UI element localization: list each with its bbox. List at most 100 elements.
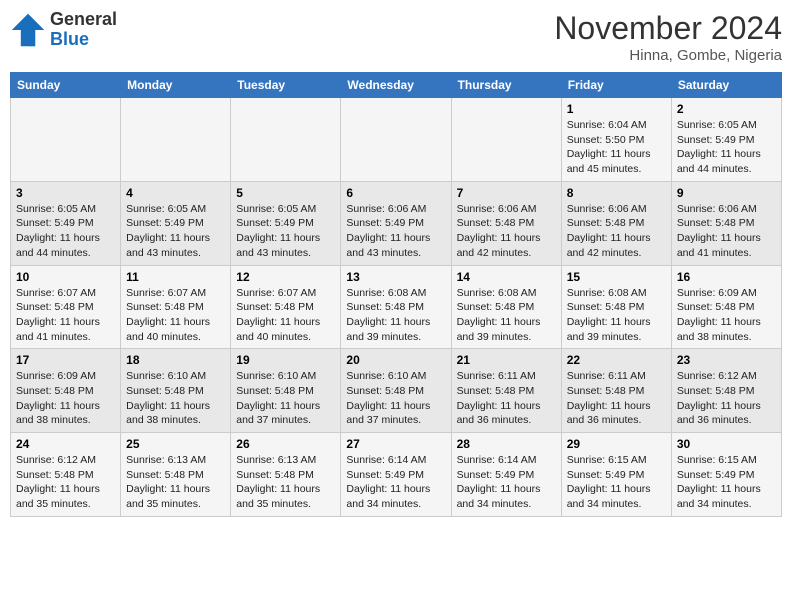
calendar-body: 1Sunrise: 6:04 AM Sunset: 5:50 PM Daylig… <box>11 98 782 517</box>
day-number: 8 <box>567 186 666 200</box>
day-number: 17 <box>16 353 115 367</box>
day-number: 28 <box>457 437 556 451</box>
calendar-cell: 26 Sunrise: 6:13 AM Sunset: 5:48 PM Dayli… <box>231 433 341 517</box>
calendar-cell: 21 Sunrise: 6:11 AM Sunset: 5:48 PM Dayli… <box>451 349 561 433</box>
day-number: 25 <box>126 437 225 451</box>
weekday-header: Wednesday <box>341 73 451 98</box>
title-block: November 2024 Hinna, Gombe, Nigeria <box>554 10 782 64</box>
day-info: Sunrise: 6:10 AM Sunset: 5:48 PM Dayligh… <box>236 369 335 428</box>
day-number: 20 <box>346 353 445 367</box>
day-info: Sunrise: 6:08 AM Sunset: 5:48 PM Dayligh… <box>346 286 445 345</box>
day-number: 29 <box>567 437 666 451</box>
day-number: 11 <box>126 270 225 284</box>
day-number: 1 <box>567 102 666 116</box>
day-number: 6 <box>346 186 445 200</box>
day-info: Sunrise: 6:11 AM Sunset: 5:48 PM Dayligh… <box>457 369 556 428</box>
page-header: General Blue November 2024 Hinna, Gombe,… <box>10 10 782 64</box>
day-number: 15 <box>567 270 666 284</box>
calendar-cell: 22Sunrise: 6:11 AM Sunset: 5:48 PM Dayli… <box>561 349 671 433</box>
calendar-cell: 27Sunrise: 6:14 AM Sunset: 5:49 PM Dayli… <box>341 433 451 517</box>
day-number: 16 <box>677 270 776 284</box>
calendar-cell: 11 Sunrise: 6:07 AM Sunset: 5:48 PM Dayli… <box>121 265 231 349</box>
calendar-cell: 25 Sunrise: 6:13 AM Sunset: 5:48 PM Dayli… <box>121 433 231 517</box>
calendar-cell: 17Sunrise: 6:09 AM Sunset: 5:48 PM Dayli… <box>11 349 121 433</box>
calendar-cell: 6Sunrise: 6:06 AM Sunset: 5:49 PM Daylig… <box>341 181 451 265</box>
day-info: Sunrise: 6:13 AM Sunset: 5:48 PM Dayligh… <box>126 453 225 512</box>
calendar-cell: 15 Sunrise: 6:08 AM Sunset: 5:48 PM Dayli… <box>561 265 671 349</box>
day-number: 7 <box>457 186 556 200</box>
weekday-header: Friday <box>561 73 671 98</box>
calendar-week-row: 17Sunrise: 6:09 AM Sunset: 5:48 PM Dayli… <box>11 349 782 433</box>
calendar-cell: 2Sunrise: 6:05 AM Sunset: 5:49 PM Daylig… <box>671 98 781 182</box>
calendar-cell: 7 Sunrise: 6:06 AM Sunset: 5:48 PM Daylig… <box>451 181 561 265</box>
calendar-cell: 28 Sunrise: 6:14 AM Sunset: 5:49 PM Dayli… <box>451 433 561 517</box>
day-info: Sunrise: 6:14 AM Sunset: 5:49 PM Dayligh… <box>346 453 445 512</box>
day-info: Sunrise: 6:14 AM Sunset: 5:49 PM Dayligh… <box>457 453 556 512</box>
calendar-cell: 14 Sunrise: 6:08 AM Sunset: 5:48 PM Dayli… <box>451 265 561 349</box>
day-info: Sunrise: 6:13 AM Sunset: 5:48 PM Dayligh… <box>236 453 335 512</box>
day-number: 18 <box>126 353 225 367</box>
day-number: 2 <box>677 102 776 116</box>
day-info: Sunrise: 6:08 AM Sunset: 5:48 PM Dayligh… <box>457 286 556 345</box>
day-info: Sunrise: 6:07 AM Sunset: 5:48 PM Dayligh… <box>16 286 115 345</box>
day-info: Sunrise: 6:11 AM Sunset: 5:48 PM Dayligh… <box>567 369 666 428</box>
day-number: 3 <box>16 186 115 200</box>
calendar-cell: 24 Sunrise: 6:12 AM Sunset: 5:48 PM Dayli… <box>11 433 121 517</box>
calendar-cell: 9Sunrise: 6:06 AM Sunset: 5:48 PM Daylig… <box>671 181 781 265</box>
day-info: Sunrise: 6:05 AM Sunset: 5:49 PM Dayligh… <box>236 202 335 261</box>
day-number: 30 <box>677 437 776 451</box>
calendar-week-row: 1Sunrise: 6:04 AM Sunset: 5:50 PM Daylig… <box>11 98 782 182</box>
weekday-header: Saturday <box>671 73 781 98</box>
location-subtitle: Hinna, Gombe, Nigeria <box>554 47 782 64</box>
day-number: 10 <box>16 270 115 284</box>
calendar-cell <box>121 98 231 182</box>
calendar-cell: 30 Sunrise: 6:15 AM Sunset: 5:49 PM Dayli… <box>671 433 781 517</box>
day-number: 24 <box>16 437 115 451</box>
weekday-header: Monday <box>121 73 231 98</box>
day-number: 19 <box>236 353 335 367</box>
logo-text: General Blue <box>50 10 117 50</box>
month-title: November 2024 <box>554 10 782 47</box>
logo-icon <box>10 12 46 48</box>
calendar-cell: 20 Sunrise: 6:10 AM Sunset: 5:48 PM Dayli… <box>341 349 451 433</box>
day-info: Sunrise: 6:15 AM Sunset: 5:49 PM Dayligh… <box>677 453 776 512</box>
day-number: 26 <box>236 437 335 451</box>
day-info: Sunrise: 6:05 AM Sunset: 5:49 PM Dayligh… <box>16 202 115 261</box>
day-number: 13 <box>346 270 445 284</box>
calendar-cell <box>11 98 121 182</box>
day-info: Sunrise: 6:12 AM Sunset: 5:48 PM Dayligh… <box>677 369 776 428</box>
day-number: 4 <box>126 186 225 200</box>
day-info: Sunrise: 6:07 AM Sunset: 5:48 PM Dayligh… <box>236 286 335 345</box>
calendar-cell: 23Sunrise: 6:12 AM Sunset: 5:48 PM Dayli… <box>671 349 781 433</box>
calendar-week-row: 3 Sunrise: 6:05 AM Sunset: 5:49 PM Daylig… <box>11 181 782 265</box>
day-info: Sunrise: 6:09 AM Sunset: 5:48 PM Dayligh… <box>677 286 776 345</box>
calendar-cell: 29 Sunrise: 6:15 AM Sunset: 5:49 PM Dayli… <box>561 433 671 517</box>
day-info: Sunrise: 6:10 AM Sunset: 5:48 PM Dayligh… <box>346 369 445 428</box>
day-info: Sunrise: 6:08 AM Sunset: 5:48 PM Dayligh… <box>567 286 666 345</box>
weekday-header: Tuesday <box>231 73 341 98</box>
day-info: Sunrise: 6:15 AM Sunset: 5:49 PM Dayligh… <box>567 453 666 512</box>
weekday-header: Sunday <box>11 73 121 98</box>
calendar-cell: 19 Sunrise: 6:10 AM Sunset: 5:48 PM Dayli… <box>231 349 341 433</box>
day-info: Sunrise: 6:12 AM Sunset: 5:48 PM Dayligh… <box>16 453 115 512</box>
logo: General Blue <box>10 10 117 50</box>
calendar-week-row: 10 Sunrise: 6:07 AM Sunset: 5:48 PM Dayli… <box>11 265 782 349</box>
day-number: 5 <box>236 186 335 200</box>
calendar-table: SundayMondayTuesdayWednesdayThursdayFrid… <box>10 72 782 517</box>
day-number: 9 <box>677 186 776 200</box>
calendar-cell: 8 Sunrise: 6:06 AM Sunset: 5:48 PM Daylig… <box>561 181 671 265</box>
day-info: Sunrise: 6:10 AM Sunset: 5:48 PM Dayligh… <box>126 369 225 428</box>
day-info: Sunrise: 6:06 AM Sunset: 5:48 PM Dayligh… <box>457 202 556 261</box>
calendar-week-row: 24 Sunrise: 6:12 AM Sunset: 5:48 PM Dayli… <box>11 433 782 517</box>
calendar-cell: 4Sunrise: 6:05 AM Sunset: 5:49 PM Daylig… <box>121 181 231 265</box>
day-number: 14 <box>457 270 556 284</box>
calendar-cell <box>451 98 561 182</box>
calendar-cell: 18 Sunrise: 6:10 AM Sunset: 5:48 PM Dayli… <box>121 349 231 433</box>
day-number: 21 <box>457 353 556 367</box>
day-info: Sunrise: 6:07 AM Sunset: 5:48 PM Dayligh… <box>126 286 225 345</box>
calendar-cell <box>341 98 451 182</box>
calendar-cell <box>231 98 341 182</box>
calendar-cell: 3 Sunrise: 6:05 AM Sunset: 5:49 PM Daylig… <box>11 181 121 265</box>
day-info: Sunrise: 6:06 AM Sunset: 5:48 PM Dayligh… <box>567 202 666 261</box>
calendar-cell: 13 Sunrise: 6:08 AM Sunset: 5:48 PM Dayli… <box>341 265 451 349</box>
